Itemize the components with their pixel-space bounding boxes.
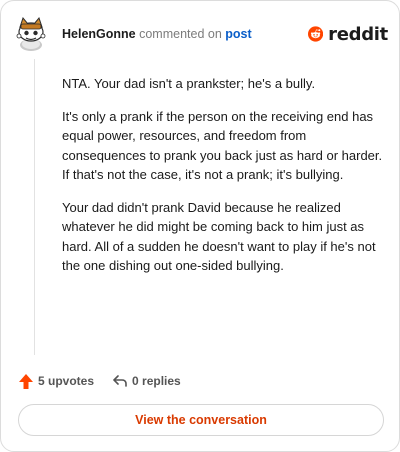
comment-paragraph: It's only a prank if the person on the r…	[62, 108, 383, 183]
view-conversation-button[interactable]: View the conversation	[18, 404, 384, 436]
reddit-snoo-logo-icon	[308, 26, 324, 42]
username-link[interactable]: HelenGonne	[62, 27, 136, 41]
comment-action-text: commented on	[139, 27, 222, 41]
upvote-count: 5 upvotes	[38, 374, 95, 388]
comment-meta: HelenGonne commented on post	[62, 27, 252, 41]
reddit-logo[interactable]: reddit	[308, 19, 388, 49]
comment-paragraph: NTA. Your dad isn't a prankster; he's a …	[62, 76, 316, 91]
thread-line	[34, 59, 35, 355]
post-link[interactable]: post	[225, 27, 251, 41]
upvote-button[interactable]: 5 upvotes	[18, 373, 94, 390]
reply-arrow-icon	[113, 375, 127, 387]
comment-embed-card: HelenGonne commented on post reddit NTA.…	[0, 0, 400, 452]
upvote-arrow-icon	[19, 373, 33, 389]
replies-button[interactable]: 0 replies	[112, 374, 181, 388]
reddit-wordmark: reddit	[328, 23, 388, 45]
comment-paragraph: Your dad didn't prank David because he r…	[62, 199, 376, 274]
snoo-avatar-icon	[16, 16, 46, 51]
comment-header: HelenGonne commented on post reddit	[1, 1, 400, 61]
comment-actions: 5 upvotes 0 replies	[18, 370, 181, 392]
user-avatar[interactable]	[15, 14, 47, 52]
comment-body: NTA. Your dad isn't a prankster; he's a …	[62, 74, 384, 289]
reply-count: 0 replies	[132, 374, 181, 388]
